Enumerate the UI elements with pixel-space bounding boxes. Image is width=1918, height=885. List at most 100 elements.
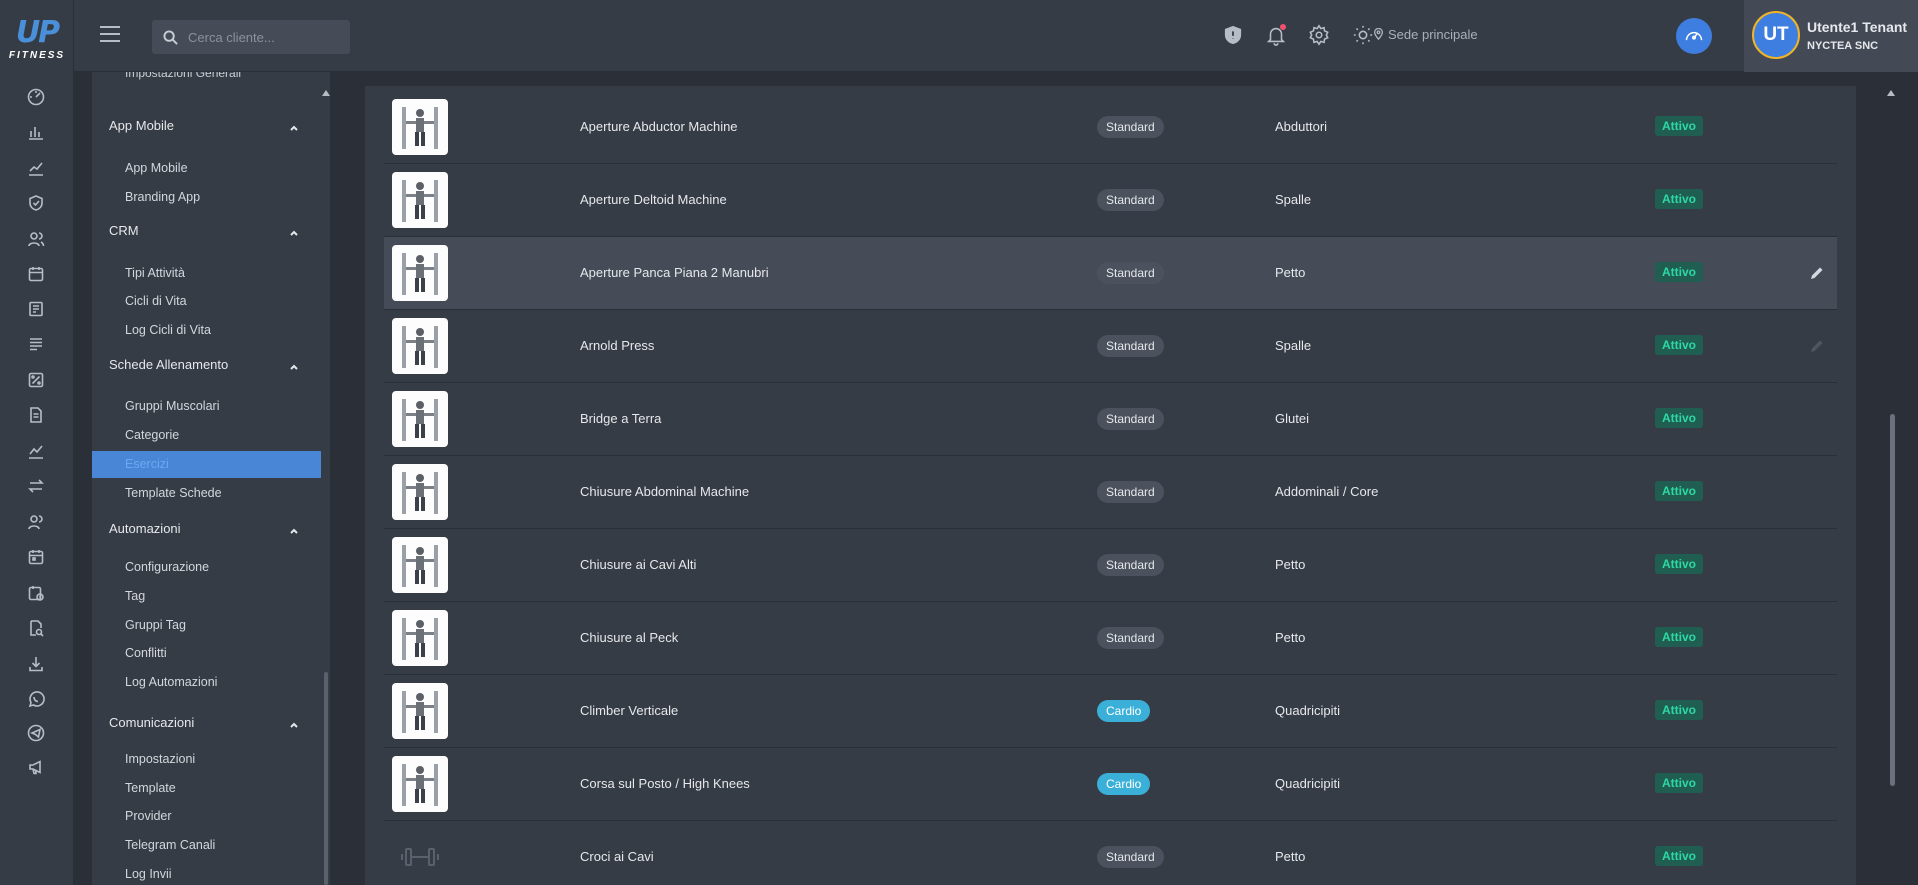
calendar-event-icon[interactable]	[27, 548, 47, 568]
sidebar-group-automazioni[interactable]: Automazioni	[109, 521, 181, 536]
sidebar-group-crm[interactable]: CRM	[109, 223, 139, 238]
document-icon[interactable]	[27, 406, 47, 426]
exercise-name: Croci ai Cavi	[580, 849, 654, 864]
user-company: NYCTEA SNC	[1807, 40, 1879, 52]
sidebar-item-app-mobile[interactable]: App Mobile	[125, 161, 188, 175]
hamburger-menu-icon[interactable]	[100, 26, 120, 42]
security-shield-icon[interactable]	[1222, 24, 1244, 46]
chevron-up-icon[interactable]	[289, 718, 299, 728]
sidebar-item-branding-app[interactable]: Branding App	[125, 190, 200, 204]
table-row[interactable]: Climber Verticale Cardio Quadricipiti Attiv…	[384, 675, 1837, 748]
theme-sun-icon[interactable]	[1352, 24, 1374, 46]
sidebar-item-gruppi-muscolari[interactable]: Gruppi Muscolari	[125, 399, 219, 413]
sidebar-item-template[interactable]: Template	[125, 781, 176, 795]
percent-icon[interactable]	[27, 371, 47, 391]
bar-chart-icon[interactable]	[27, 123, 47, 143]
exercise-name: Corsa sul Posto / High Knees	[580, 776, 750, 791]
trend-icon[interactable]	[27, 442, 47, 462]
dashboard-speed-button[interactable]	[1676, 18, 1712, 54]
exercise-thumbnail	[392, 756, 448, 812]
avatar: UT	[1752, 11, 1800, 59]
settings-gear-icon[interactable]	[1308, 24, 1330, 46]
download-icon[interactable]	[27, 655, 47, 675]
report-search-icon[interactable]	[27, 619, 47, 639]
line-chart-icon[interactable]	[27, 159, 47, 179]
megaphone-icon[interactable]	[27, 758, 47, 778]
table-row[interactable]: Bridge a Terra Standard Glutei Attivo	[384, 383, 1837, 456]
sidebar-item-provider[interactable]: Provider	[125, 809, 172, 823]
sidebar-group-schede-allenamento[interactable]: Schede Allenamento	[109, 357, 228, 372]
chevron-up-icon[interactable]	[289, 226, 299, 236]
status-badge: Attivo	[1655, 481, 1703, 501]
edit-pencil-icon[interactable]	[1809, 338, 1825, 354]
users-icon[interactable]	[27, 230, 47, 250]
speedometer-icon	[1685, 31, 1703, 41]
muscle-group: Quadricipiti	[1275, 776, 1341, 791]
sidebar-group-app-mobile[interactable]: App Mobile	[109, 118, 174, 133]
user-menu[interactable]: UT Utente1 Tenant NYCTEA SNC	[1744, 0, 1918, 72]
telegram-icon[interactable]	[27, 724, 47, 744]
dashboard-icon[interactable]	[27, 88, 47, 108]
user-name: Utente1 Tenant	[1807, 19, 1908, 35]
exercise-name: Aperture Abductor Machine	[580, 119, 738, 134]
sidebar-item-tipi-attivit-[interactable]: Tipi Attività	[125, 266, 185, 280]
sidebar-item-cut[interactable]: Impostazioni Generali	[125, 72, 241, 80]
search-box[interactable]	[152, 20, 350, 54]
exercise-thumbnail	[392, 99, 448, 155]
edit-pencil-icon[interactable]	[1809, 265, 1825, 281]
sidebar-item-active[interactable]: Esercizi	[92, 451, 321, 478]
sidebar-item-categorie[interactable]: Categorie	[125, 428, 179, 442]
transfer-icon[interactable]	[27, 477, 47, 497]
chevron-up-icon[interactable]	[289, 360, 299, 370]
table-row[interactable]: Aperture Deltoid Machine Standard Spalle At…	[384, 164, 1837, 237]
page-scroll-up[interactable]	[1887, 90, 1895, 96]
whatsapp-icon[interactable]	[27, 690, 47, 710]
sidebar-item-template-schede[interactable]: Template Schede	[125, 486, 222, 500]
sidebar-group-comunicazioni[interactable]: Comunicazioni	[109, 715, 194, 730]
sidebar-item-telegram-canali[interactable]: Telegram Canali	[125, 838, 215, 852]
shield-check-icon[interactable]	[27, 194, 47, 214]
sidebar-item-gruppi-tag[interactable]: Gruppi Tag	[125, 618, 186, 632]
table-row[interactable]: Chiusure ai Cavi Alti Standard Petto Attivo	[384, 529, 1837, 602]
users-group-icon[interactable]	[27, 513, 47, 533]
sidebar-item-log-cicli-di-vita[interactable]: Log Cicli di Vita	[125, 323, 211, 337]
muscle-group: Spalle	[1275, 192, 1312, 207]
table-row[interactable]: Chiusure al Peck Standard Petto Attivo	[384, 602, 1837, 675]
list-icon[interactable]	[27, 335, 47, 355]
type-badge: Standard	[1097, 116, 1164, 138]
app-logo[interactable]: UP FITNESS	[6, 16, 68, 62]
table-row[interactable]: Aperture Panca Piana 2 Manubri Standard Pe…	[384, 237, 1837, 310]
sidebar-item-log-invii[interactable]: Log Invii	[125, 867, 172, 881]
calendar-icon[interactable]	[27, 265, 47, 285]
sidebar-item-cicli-di-vita[interactable]: Cicli di Vita	[125, 294, 187, 308]
status-badge: Attivo	[1655, 700, 1703, 720]
logo-bottom: FITNESS	[8, 50, 66, 61]
sidebar-item-impostazioni[interactable]: Impostazioni	[125, 752, 195, 766]
exercise-name: Arnold Press	[580, 338, 655, 353]
chevron-up-icon[interactable]	[289, 121, 299, 131]
table-row[interactable]: Aperture Abductor Machine Standard Abdutto…	[384, 91, 1837, 164]
status-badge: Attivo	[1655, 773, 1703, 793]
table-row[interactable]: Croci ai Cavi Standard Petto Attivo	[384, 821, 1837, 885]
status-badge: Attivo	[1655, 335, 1703, 355]
table-row[interactable]: Arnold Press Standard Spalle Attivo	[384, 310, 1837, 383]
sidebar-item-conflitti[interactable]: Conflitti	[125, 646, 167, 660]
search-input[interactable]	[188, 20, 346, 54]
calendar-clock-icon[interactable]	[27, 584, 47, 604]
page-scrollbar[interactable]	[1890, 414, 1895, 786]
notification-bell-icon[interactable]	[1265, 24, 1287, 46]
table-row[interactable]: Chiusure Abdominal Machine Standard Addomi…	[384, 456, 1837, 529]
sidebar-item-tag[interactable]: Tag	[125, 589, 145, 603]
sidebar-scrollbar[interactable]	[324, 672, 328, 885]
chevron-up-icon[interactable]	[289, 524, 299, 534]
muscle-group: Spalle	[1275, 338, 1312, 353]
search-icon	[163, 30, 178, 45]
exercises-panel: Aperture Abductor Machine Standard Abdutto…	[365, 86, 1856, 885]
sidebar-scroll-up[interactable]	[322, 90, 330, 96]
location-selector[interactable]: Sede principale	[1373, 27, 1478, 42]
logo-top: UP	[15, 15, 60, 50]
sidebar-item-log-automazioni[interactable]: Log Automazioni	[125, 675, 217, 689]
table-row[interactable]: Corsa sul Posto / High Knees Cardio Quadri…	[384, 748, 1837, 821]
book-icon[interactable]	[27, 300, 47, 320]
sidebar-item-configurazione[interactable]: Configurazione	[125, 560, 209, 574]
